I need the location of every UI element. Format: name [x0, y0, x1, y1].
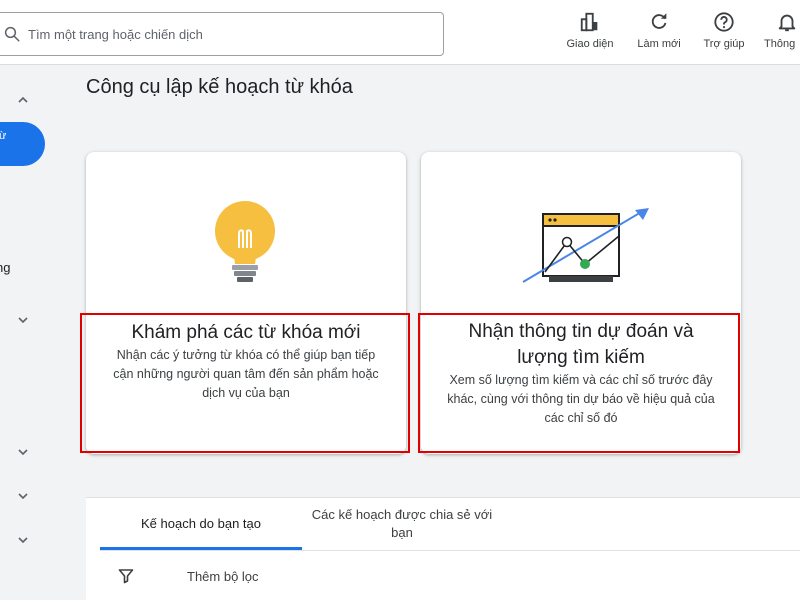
refresh-button[interactable]: Làm mới: [632, 8, 686, 60]
chevron-up-icon[interactable]: [16, 93, 30, 107]
sidebar-item-active-label: từ: [0, 130, 7, 142]
help-label: Trợ giúp: [703, 38, 745, 50]
highlight-box-forecast: [418, 313, 740, 453]
help-icon: [714, 12, 734, 32]
tabs-divider: [100, 550, 800, 551]
search-box[interactable]: [0, 12, 444, 56]
chevron-down-icon[interactable]: [16, 313, 30, 327]
filter-icon[interactable]: [118, 568, 134, 584]
chevron-down-icon[interactable]: [16, 533, 30, 547]
tab-my-plans[interactable]: Kế hoạch do bạn tạo: [100, 498, 302, 550]
help-button[interactable]: Trợ giúp: [700, 8, 748, 60]
chevron-down-icon[interactable]: [16, 445, 30, 459]
sidebar-section-label: ng: [0, 260, 11, 275]
lightbulb-icon: [215, 201, 275, 282]
side-nav: từ ng: [0, 65, 60, 600]
refresh-icon: [651, 13, 667, 29]
add-filter-button[interactable]: Thêm bộ lọc: [187, 569, 259, 584]
tab-shared-plans-label: Các kế hoạch được chia sẻ với bạn: [311, 507, 493, 540]
bell-icon: [778, 14, 796, 32]
search-input[interactable]: [28, 26, 428, 42]
page-title: Công cụ lập kế hoạch từ khóa: [86, 76, 353, 98]
appearance-button[interactable]: Giao diện: [562, 8, 618, 60]
tab-my-plans-label: Kế hoạch do bạn tạo: [141, 516, 261, 531]
top-bar: Giao diện Làm mới Trợ giúp Thông: [0, 0, 800, 65]
search-icon: [4, 26, 20, 42]
notifications-button[interactable]: Thông: [762, 8, 800, 60]
appearance-icon: [580, 12, 598, 32]
chevron-down-icon[interactable]: [16, 489, 30, 503]
tab-shared-plans[interactable]: Các kế hoạch được chia sẻ với bạn: [302, 498, 502, 550]
plans-section: Kế hoạch do bạn tạo Các kế hoạch được ch…: [86, 497, 800, 600]
trend-chart-icon: [522, 208, 649, 283]
notifications-label: Thông: [764, 38, 796, 50]
sidebar-item-active[interactable]: từ: [0, 122, 45, 166]
highlight-box-discover: [80, 313, 410, 453]
appearance-label: Giao diện: [566, 38, 614, 50]
refresh-label: Làm mới: [637, 38, 681, 50]
